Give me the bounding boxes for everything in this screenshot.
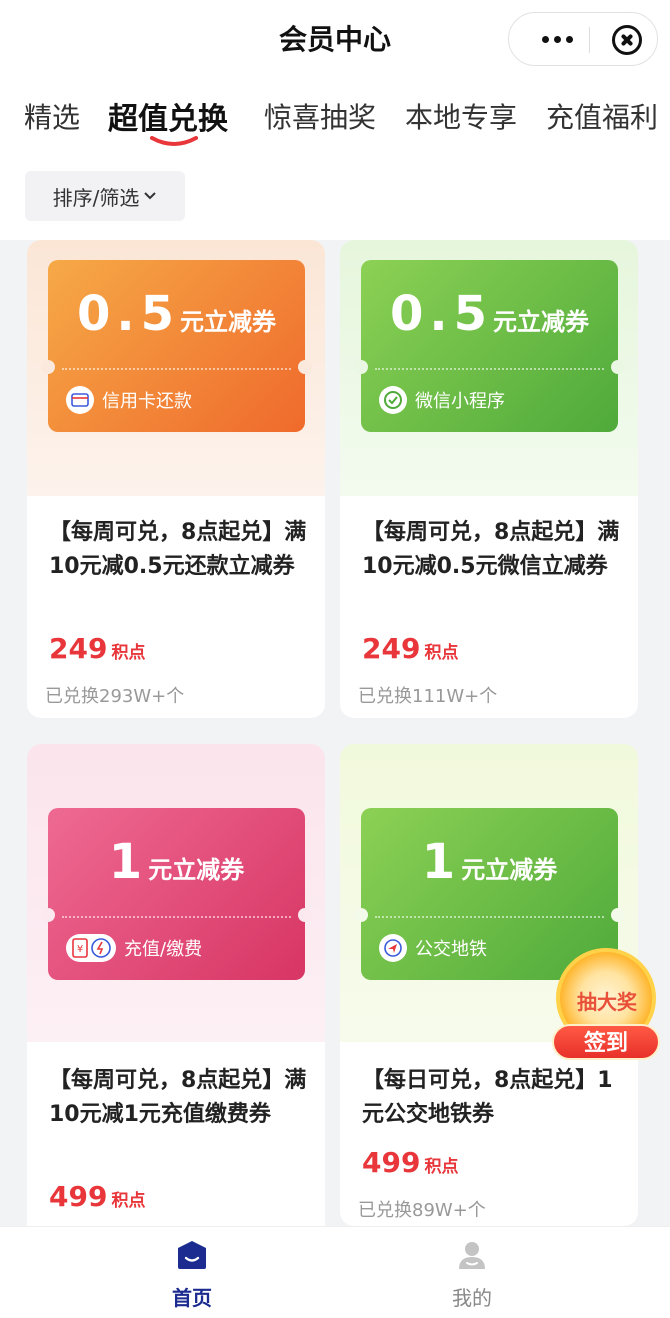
coupon-price: 249 积点: [362, 632, 459, 665]
coupon-ticket: 0.5元立减券 微信小程序: [354, 260, 625, 432]
coupon-card-credit-card[interactable]: 0.5元立减券 信用卡还款 【每周可兑，8点起兑】满10元减0.5元还款立减券 …: [27, 240, 325, 718]
coupon-value: 1: [421, 834, 462, 890]
bottom-nav: 首页 我的: [0, 1226, 670, 1318]
coupon-tag: 充值/缴费: [124, 939, 203, 960]
sort-filter-button[interactable]: 排序/筛选: [25, 171, 185, 221]
coupon-tag: 公交地铁: [415, 939, 487, 960]
home-icon: [178, 1241, 206, 1269]
lottery-sign-in-badge[interactable]: 抽大奖 签到: [552, 948, 662, 1062]
coupon-value: 0.5: [76, 286, 181, 342]
sort-filter-label: 排序/筛选: [52, 185, 140, 210]
tab-value-exchange[interactable]: 超值兑换: [108, 94, 228, 138]
coupon-unit: 元立减券: [493, 308, 590, 336]
exchanged-count: 已兑换89W+个: [358, 1200, 486, 1221]
coupon-unit: 元立减券: [180, 308, 277, 336]
exchanged-count: 已兑换293W+个: [45, 686, 185, 707]
coupon-name: 【每周可兑，8点起兑】满10元减0.5元微信立减券: [362, 520, 620, 579]
coupon-card-recharge[interactable]: 1元立减券 ¥ 充值/缴费 【每周可兑，8点起兑】满10元减1元充值缴费券 49…: [27, 744, 325, 1244]
coupon-unit: 元立减券: [148, 856, 245, 884]
nav-mine[interactable]: 我的: [412, 1239, 532, 1311]
coupon-card-wechat[interactable]: 0.5元立减券 微信小程序 【每周可兑，8点起兑】满10元减0.5元微信立减券 …: [340, 240, 638, 718]
navigation-icon: [379, 934, 407, 962]
credit-card-icon: [66, 386, 94, 414]
coupon-value: 1: [108, 834, 149, 890]
category-tabs: 精选 超值兑换 惊喜抽奖 本地专享 充值福利: [0, 88, 670, 148]
coupon-name: 【每周可兑，8点起兑】满10元减1元充值缴费券: [49, 1068, 307, 1127]
header: 会员中心 精选 超值兑换 惊喜抽奖 本地专享 充值福利 排序/筛选: [0, 0, 670, 240]
nav-home-label: 首页: [172, 1286, 212, 1310]
tab-recharge-benefits[interactable]: 充值福利: [546, 96, 658, 136]
coupon-tag: 微信小程序: [415, 391, 505, 412]
svg-text:¥: ¥: [77, 944, 83, 955]
tab-local-exclusive[interactable]: 本地专享: [405, 96, 517, 136]
coupon-price: 499 积点: [49, 1180, 146, 1213]
ticket-divider: [62, 916, 291, 918]
coupon-value: 0.5: [389, 286, 494, 342]
coupon-price: 499 积点: [362, 1146, 459, 1179]
active-tab-indicator: [150, 136, 198, 146]
lottery-title: 抽大奖: [577, 990, 637, 1014]
tab-featured[interactable]: 精选: [24, 96, 80, 136]
mini-program-capsule: [508, 12, 658, 66]
coupon-tag: 信用卡还款: [102, 391, 192, 412]
coupon-ticket: 0.5元立减券 信用卡还款: [41, 260, 312, 432]
sign-in-button[interactable]: 签到: [552, 1024, 660, 1060]
coupon-ticket: 1元立减券 ¥ 充值/缴费: [41, 808, 312, 980]
profile-icon: [459, 1242, 485, 1269]
recharge-icon: ¥: [66, 934, 116, 962]
chevron-down-icon: [144, 192, 157, 200]
nav-home[interactable]: 首页: [132, 1239, 252, 1311]
coupon-name: 【每周可兑，8点起兑】满10元减0.5元还款立减券: [49, 520, 307, 579]
ticket-divider: [375, 368, 604, 370]
coupon-unit: 元立减券: [461, 856, 558, 884]
more-icon[interactable]: [527, 23, 587, 55]
card-header-bg: 1元立减券 ¥ 充值/缴费: [27, 744, 325, 1042]
card-header-bg: 0.5元立减券 信用卡还款: [27, 240, 325, 496]
tab-surprise-lottery[interactable]: 惊喜抽奖: [264, 96, 376, 136]
ticket-divider: [375, 916, 604, 918]
coupon-name: 【每日可兑，8点起兑】1元公交地铁券: [362, 1068, 613, 1127]
card-header-bg: 0.5元立减券 微信小程序: [340, 240, 638, 496]
wechat-miniprogram-icon: [379, 386, 407, 414]
exchanged-count: 已兑换111W+个: [358, 686, 498, 707]
coupon-price: 249 积点: [49, 632, 146, 665]
capsule-divider: [589, 27, 590, 53]
ticket-divider: [62, 368, 291, 370]
close-icon[interactable]: [612, 25, 642, 55]
nav-mine-label: 我的: [452, 1286, 492, 1310]
